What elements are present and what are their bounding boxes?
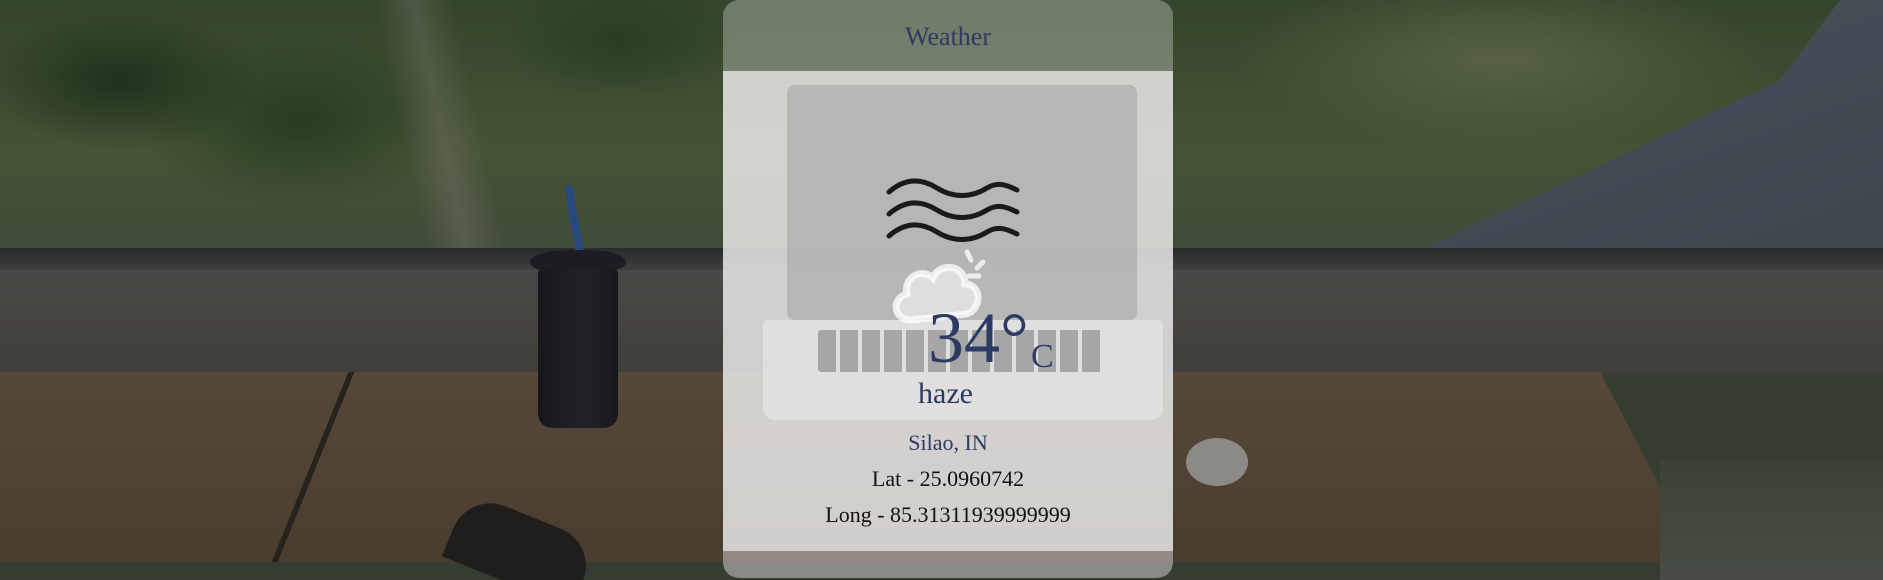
wind-icon: [886, 178, 1020, 242]
weather-card: Weather 34° C haze Silao, IN Lat - 25.09…: [723, 0, 1173, 578]
latitude-label: Lat - 25.0960742: [871, 466, 1025, 491]
card-header: Weather: [723, 0, 1173, 71]
location-label: Silao, IN: [908, 430, 988, 455]
temperature-value: 34°: [928, 298, 1029, 378]
card-title: Weather: [905, 22, 991, 51]
weather-condition: haze: [918, 377, 973, 410]
card-footer: [723, 551, 1173, 578]
temperature-unit: C: [1031, 338, 1054, 375]
longitude-label: Long - 85.31311939999999: [825, 502, 1071, 527]
